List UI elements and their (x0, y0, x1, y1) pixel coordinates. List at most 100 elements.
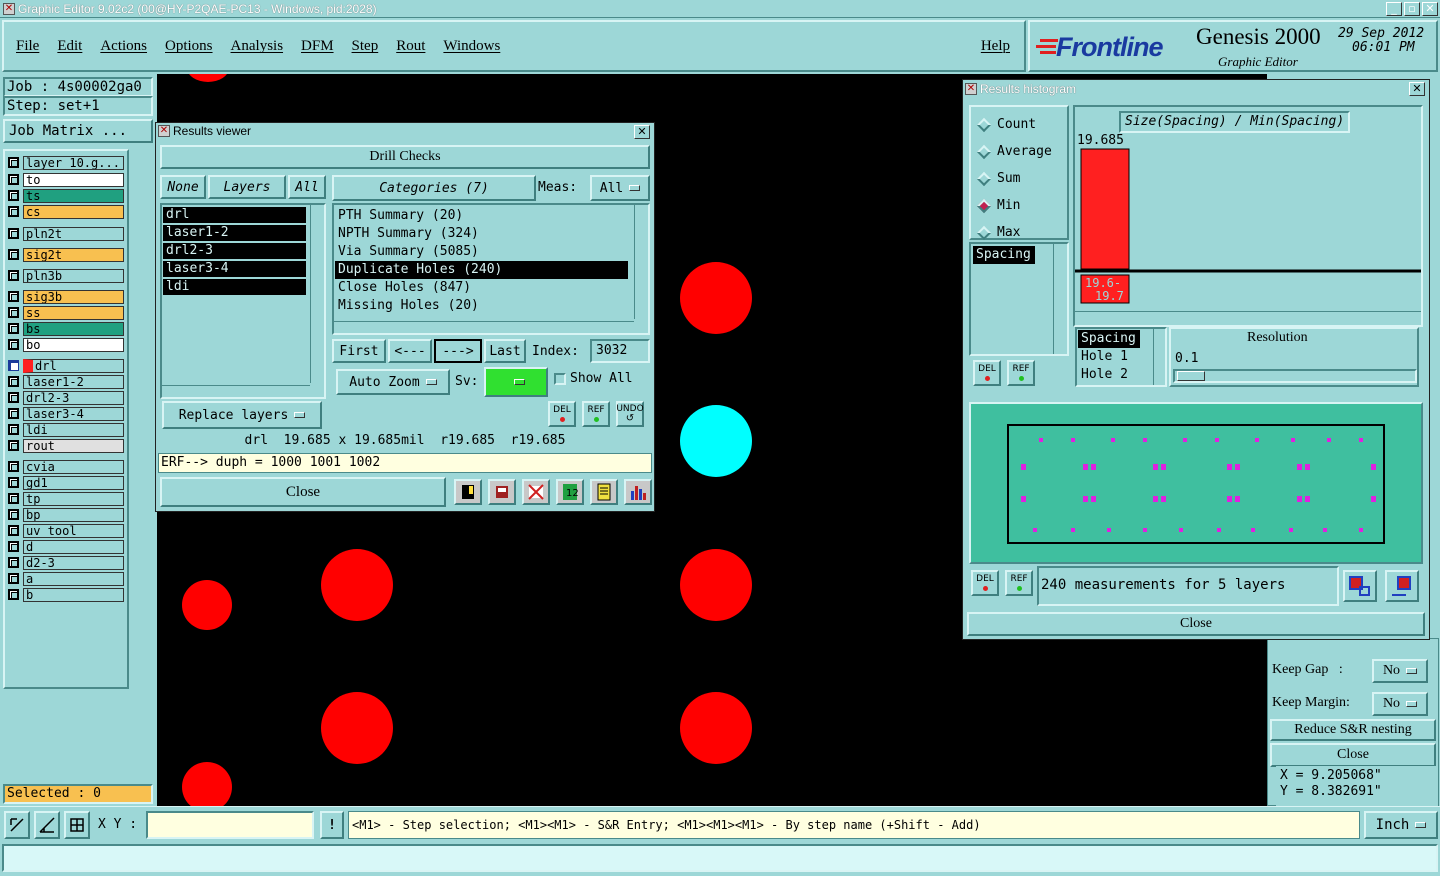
radio-indicator[interactable] (976, 171, 992, 186)
histogram-bar[interactable] (1080, 148, 1130, 270)
hole-marker[interactable] (1021, 496, 1026, 502)
menu-edit[interactable]: Edit (57, 38, 82, 55)
hole-marker[interactable] (1143, 528, 1147, 532)
hole-marker[interactable] (1215, 438, 1219, 442)
histogram-field-list[interactable]: Spacing (969, 242, 1069, 356)
hole-marker[interactable] (1153, 464, 1158, 470)
category-item[interactable]: Via Summary (5085) (335, 243, 628, 261)
next-button[interactable]: ---> (434, 339, 482, 363)
menu-help[interactable]: Help (981, 38, 1010, 55)
categories-scrollbar[interactable] (634, 205, 648, 319)
layer-result-item[interactable]: laser1-2 (163, 225, 306, 243)
layer-name[interactable]: cs (23, 204, 124, 219)
measure-field-item[interactable]: Hole 1 (1078, 348, 1165, 366)
menu-file[interactable]: File (16, 38, 39, 55)
hole-marker[interactable] (1371, 496, 1376, 502)
histogram-icon[interactable] (624, 479, 652, 505)
hole-marker[interactable] (1071, 528, 1075, 532)
layer-name[interactable]: laser3-4 (23, 406, 124, 421)
hole-marker[interactable] (1091, 464, 1096, 470)
window-close-button[interactable]: ✕ (1422, 2, 1438, 16)
hole-marker[interactable] (1217, 528, 1221, 532)
layer-checkbox[interactable] (8, 307, 19, 318)
hole-marker[interactable] (1297, 496, 1302, 502)
layer-checkbox[interactable] (8, 392, 19, 403)
layer-checkbox[interactable] (8, 291, 19, 302)
hole-marker[interactable] (1107, 528, 1111, 532)
layer-row[interactable]: sig2t (8, 247, 124, 262)
hole-marker[interactable] (1305, 464, 1310, 470)
field-list-scrollbar[interactable] (1053, 244, 1067, 354)
radio-indicator[interactable] (976, 225, 992, 240)
hole-marker[interactable] (1083, 464, 1088, 470)
measure-fields-scrollbar[interactable] (1153, 329, 1165, 385)
layer-checkbox[interactable] (8, 339, 19, 350)
layer-checkbox[interactable] (8, 376, 19, 387)
hist-ref-button[interactable]: REF (1007, 360, 1035, 386)
layer-row[interactable]: b (8, 587, 124, 602)
histogram-close-icon[interactable]: ✕ (1409, 82, 1425, 96)
category-item[interactable]: Close Holes (847) (335, 279, 628, 297)
layer-row[interactable]: bs (8, 321, 124, 336)
results-viewer-close-icon[interactable]: ✕ (634, 125, 650, 139)
hole-marker[interactable] (1327, 438, 1331, 442)
layer-name[interactable]: sig3b (23, 289, 124, 304)
results-viewer-close-button[interactable]: Close (160, 477, 446, 507)
menu-options[interactable]: Options (165, 38, 213, 55)
layer-name[interactable]: bp (23, 507, 124, 522)
hole-marker[interactable] (1083, 496, 1088, 502)
hole-marker[interactable] (1359, 438, 1363, 442)
map-ref-button[interactable]: REF (1005, 570, 1033, 596)
layer-row[interactable]: to (8, 172, 124, 187)
layer-row[interactable]: sig3b (8, 289, 124, 304)
maximize-button[interactable]: ▫ (1404, 2, 1420, 16)
hole-marker[interactable] (1227, 496, 1232, 502)
resolution-slider-thumb[interactable] (1177, 371, 1205, 381)
hole-marker[interactable] (1235, 464, 1240, 470)
grid-tool-icon[interactable] (64, 811, 90, 839)
layer-row[interactable]: ss (8, 305, 124, 320)
hist-del-button[interactable]: DEL (973, 360, 1001, 386)
menu-analysis[interactable]: Analysis (231, 38, 284, 55)
layer-checkbox[interactable] (8, 424, 19, 435)
hole-marker[interactable] (1323, 528, 1327, 532)
layer-row[interactable]: pln3b (8, 268, 124, 283)
category-item[interactable]: Missing Holes (20) (335, 297, 628, 315)
layers-button[interactable]: Layers (208, 175, 286, 199)
stat-radio-count[interactable]: Count (971, 111, 1067, 138)
hole-marker[interactable] (1227, 464, 1232, 470)
layer-checkbox[interactable] (8, 174, 19, 185)
layer-checkbox[interactable] (8, 190, 19, 201)
menu-windows[interactable]: Windows (443, 38, 500, 55)
layer-result-item[interactable]: drl (163, 207, 306, 225)
step-icon[interactable]: 12 (556, 479, 584, 505)
hole-marker[interactable] (1235, 496, 1240, 502)
layer-name[interactable]: ldi (23, 422, 124, 437)
category-item[interactable]: PTH Summary (20) (335, 207, 628, 225)
layer-checkbox[interactable] (8, 557, 19, 568)
minimize-button[interactable]: _ (1386, 2, 1402, 16)
del-button[interactable]: DEL (548, 401, 576, 427)
zoom-from-icon[interactable] (1385, 570, 1419, 602)
layer-row[interactable]: d2-3 (8, 555, 124, 570)
layer-checkbox[interactable] (8, 461, 19, 472)
stat-radio-average[interactable]: Average (971, 138, 1067, 165)
categories-button[interactable]: Categories (7) (332, 175, 536, 201)
show-all-checkbox[interactable] (554, 373, 566, 385)
hole-marker[interactable] (1153, 496, 1158, 502)
hole-marker[interactable] (1033, 528, 1037, 532)
hole-marker[interactable] (1111, 438, 1115, 442)
layer-name[interactable]: ss (23, 305, 124, 320)
layer-checkbox[interactable] (8, 228, 19, 239)
layer-name[interactable]: bo (23, 337, 124, 352)
menu-step[interactable]: Step (352, 38, 379, 55)
layer-row[interactable]: drl2-3 (8, 390, 124, 405)
layer-name[interactable]: b (23, 587, 124, 602)
layer-row[interactable]: gd1 (8, 475, 124, 490)
category-item[interactable]: Duplicate Holes (240) (335, 261, 628, 279)
job-matrix-button[interactable]: Job Matrix ... (3, 119, 153, 143)
stat-radio-sum[interactable]: Sum (971, 165, 1067, 192)
select-tool-icon[interactable] (4, 811, 30, 839)
hole-marker[interactable] (1251, 528, 1255, 532)
layer-row[interactable]: cs (8, 204, 124, 219)
